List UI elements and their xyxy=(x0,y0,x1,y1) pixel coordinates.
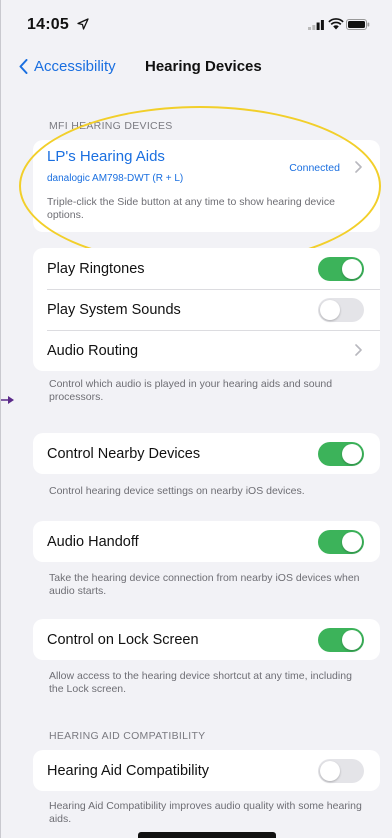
play-ringtones-toggle[interactable] xyxy=(318,257,364,281)
handoff-group: Audio Handoff xyxy=(33,521,380,562)
toggle-knob xyxy=(342,630,362,650)
lock-screen-label: Control on Lock Screen xyxy=(47,631,199,648)
control-nearby-footer: Control hearing device settings on nearb… xyxy=(49,485,305,497)
hac-label: Hearing Aid Compatibility xyxy=(47,762,209,779)
play-system-sounds-label: Play System Sounds xyxy=(47,301,181,318)
device-status: Connected xyxy=(289,162,340,174)
play-ringtones-label: Play Ringtones xyxy=(47,260,145,277)
toggle-knob xyxy=(320,761,340,781)
toggle-knob xyxy=(320,300,340,320)
hac-group: Hearing Aid Compatibility xyxy=(33,750,380,791)
toggle-knob xyxy=(342,444,362,464)
lock-screen-toggle[interactable] xyxy=(318,628,364,652)
hearing-aid-device-cell[interactable]: LP's Hearing Aids danalogic AM798-DWT (R… xyxy=(33,140,380,232)
control-nearby-row: Control Nearby Devices xyxy=(33,433,380,474)
arrow-pointer-icon xyxy=(1,396,14,404)
hac-row: Hearing Aid Compatibility xyxy=(33,750,380,791)
page-title: Hearing Devices xyxy=(145,58,262,75)
nearby-group: Control Nearby Devices xyxy=(33,433,380,474)
audio-handoff-toggle[interactable] xyxy=(318,530,364,554)
play-system-sounds-row: Play System Sounds xyxy=(33,289,380,330)
control-nearby-label: Control Nearby Devices xyxy=(47,445,201,462)
hac-section-header: HEARING AID COMPATIBILITY xyxy=(49,730,206,742)
device-model: danalogic AM798-DWT (R + L) xyxy=(47,173,184,184)
toggle-knob xyxy=(342,259,362,279)
lock-screen-row: Control on Lock Screen xyxy=(33,619,380,660)
chevron-right-icon xyxy=(355,344,362,356)
back-label: Accessibility xyxy=(34,58,116,75)
hac-toggle[interactable] xyxy=(318,759,364,783)
lock-screen-footer: Allow access to the hearing device short… xyxy=(49,670,352,695)
chevron-right-icon xyxy=(355,161,362,173)
audio-handoff-footer: Take the hearing device connection from … xyxy=(49,572,360,597)
phone-screen: 14:05 Accessibility Hearing Devices MFI … xyxy=(0,0,392,838)
cellular-signal-icon xyxy=(308,20,324,30)
wifi-icon xyxy=(328,18,344,30)
status-time: 14:05 xyxy=(27,16,69,33)
audio-routing-row[interactable]: Audio Routing xyxy=(33,330,380,371)
lock-screen-group: Control on Lock Screen xyxy=(33,619,380,660)
back-button[interactable]: Accessibility xyxy=(19,58,116,75)
location-arrow-icon xyxy=(77,18,89,30)
battery-icon xyxy=(346,19,370,30)
status-bar: 14:05 xyxy=(1,0,392,44)
navigation-bar: Accessibility Hearing Devices xyxy=(1,54,392,84)
play-system-sounds-toggle[interactable] xyxy=(318,298,364,322)
audio-handoff-row: Audio Handoff xyxy=(33,521,380,562)
home-indicator[interactable] xyxy=(138,832,276,838)
play-ringtones-row: Play Ringtones xyxy=(33,248,380,289)
device-name: LP's Hearing Aids xyxy=(47,148,165,165)
control-nearby-toggle[interactable] xyxy=(318,442,364,466)
chevron-left-icon xyxy=(19,59,28,74)
device-hint: Triple-click the Side button at any time… xyxy=(47,196,335,221)
audio-routing-footer: Control which audio is played in your he… xyxy=(49,378,333,403)
audio-handoff-label: Audio Handoff xyxy=(47,533,139,550)
audio-settings-group: Play Ringtones Play System Sounds Audio … xyxy=(33,248,380,371)
toggle-knob xyxy=(342,532,362,552)
mfi-section-header: MFI HEARING DEVICES xyxy=(49,120,173,132)
hac-footer: Hearing Aid Compatibility improves audio… xyxy=(49,800,362,825)
audio-routing-label: Audio Routing xyxy=(47,342,139,359)
